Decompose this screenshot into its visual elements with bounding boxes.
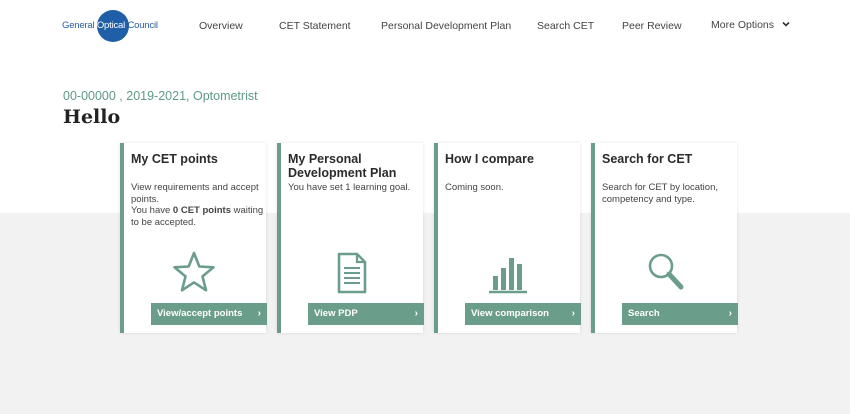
nav-overview[interactable]: Overview — [199, 20, 243, 32]
view-accept-points-button[interactable]: View/accept points › — [151, 303, 267, 325]
goc-logo[interactable]: General Optical Council — [62, 10, 172, 42]
nav-peer-review[interactable]: Peer Review — [622, 20, 682, 32]
bar-chart-icon — [489, 258, 527, 294]
registration-info: 00-00000 , 2019-2021, Optometrist — [63, 89, 258, 103]
card-my-cet-points: My CET points View requirements and acce… — [120, 143, 267, 333]
card-description: Search for CET by location, competency a… — [602, 182, 718, 205]
card-title: My CET points — [131, 152, 218, 166]
logo-text: General Optical Council — [62, 20, 158, 31]
nav-personal-development-plan[interactable]: Personal Development Plan — [381, 20, 511, 32]
card-title: My Personal Development Plan — [288, 152, 397, 180]
greeting-heading: Hello — [63, 106, 121, 128]
view-pdp-button[interactable]: View PDP › — [308, 303, 424, 325]
view-comparison-button[interactable]: View comparison › — [465, 303, 581, 325]
star-icon — [173, 251, 215, 292]
chevron-right-icon: › — [571, 308, 575, 319]
card-description: View requirements and accept points. You… — [131, 182, 264, 228]
top-navigation: General Optical Council Overview CET Sta… — [0, 0, 850, 56]
chevron-right-icon: › — [257, 308, 261, 319]
document-icon — [337, 252, 367, 294]
card-title: How I compare — [445, 152, 534, 166]
search-button[interactable]: Search › — [622, 303, 738, 325]
nav-more-options[interactable]: More Options — [711, 19, 774, 31]
card-how-i-compare: How I compare Coming soon. View comparis… — [434, 143, 581, 333]
chevron-right-icon: › — [414, 308, 418, 319]
card-description: You have set 1 learning goal. — [288, 182, 411, 193]
magnifier-icon — [648, 253, 684, 290]
nav-search-cet[interactable]: Search CET — [537, 20, 594, 32]
card-my-pdp: My Personal Development Plan You have se… — [277, 143, 424, 333]
card-title: Search for CET — [602, 152, 693, 166]
chevron-down-icon[interactable] — [780, 18, 792, 30]
card-description: Coming soon. — [445, 182, 504, 193]
card-search-for-cet: Search for CET Search for CET by locatio… — [591, 143, 738, 333]
nav-cet-statement[interactable]: CET Statement — [279, 20, 351, 32]
chevron-right-icon: › — [728, 308, 732, 319]
